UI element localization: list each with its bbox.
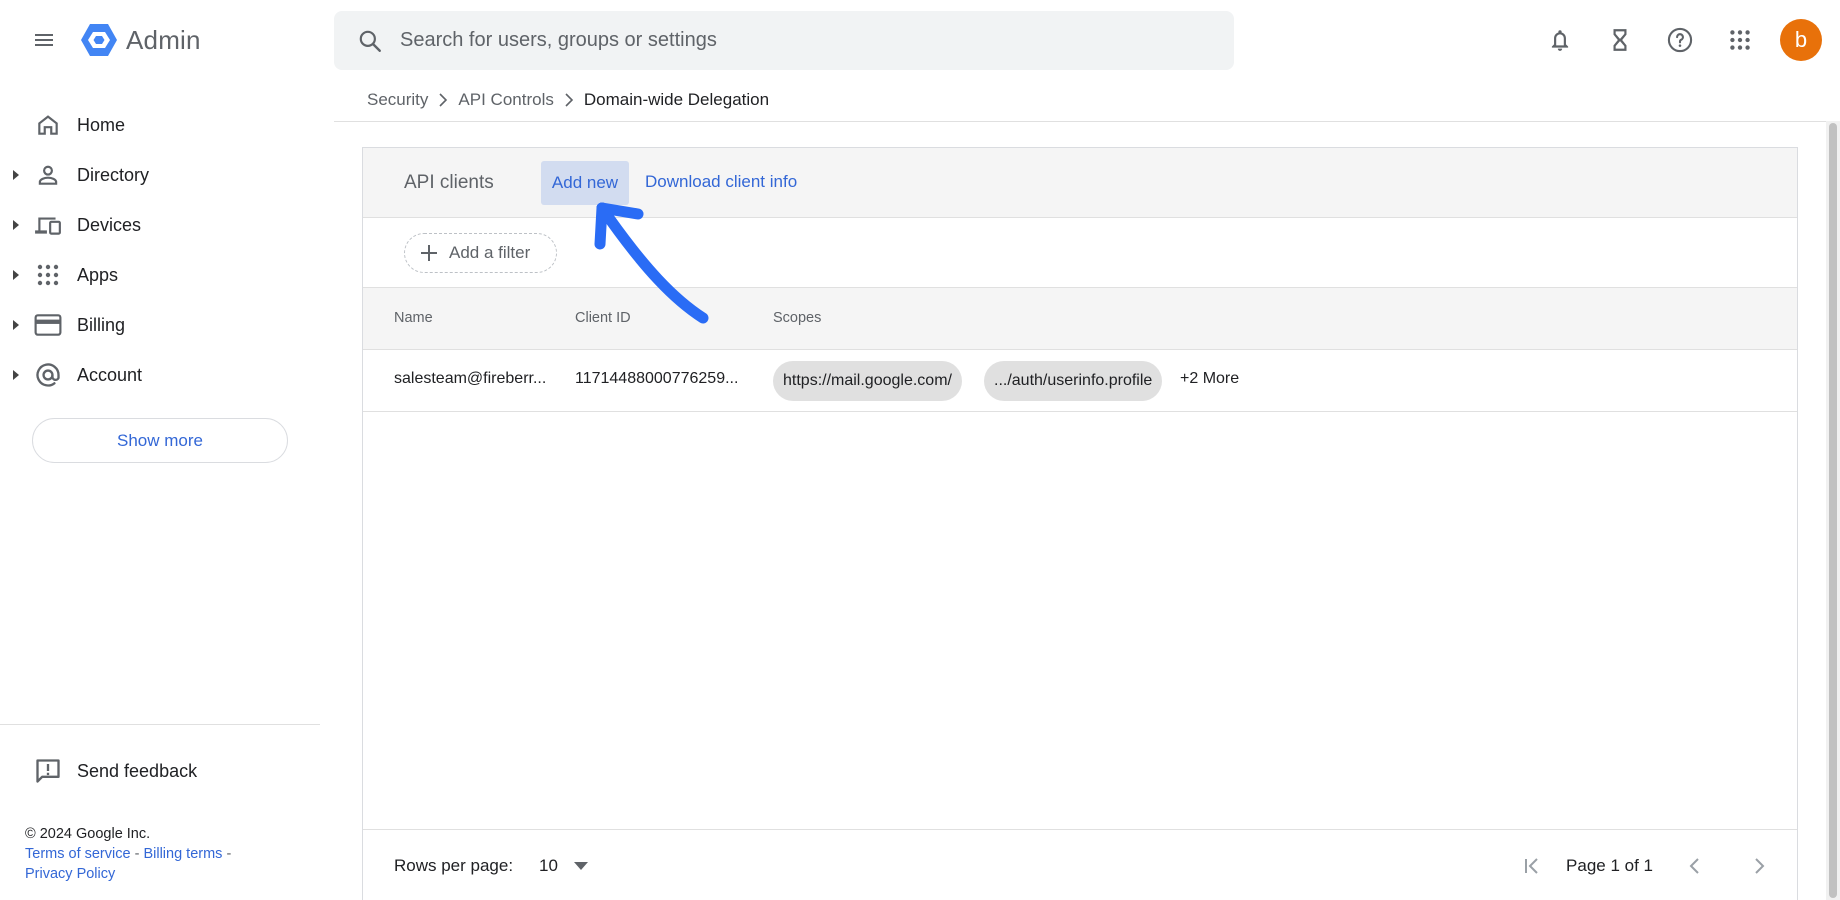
tasks-button[interactable] xyxy=(1596,16,1644,64)
dropdown-arrow-icon xyxy=(573,857,588,875)
rows-per-page-value: 10 xyxy=(539,856,558,875)
sidebar-item-account[interactable]: Account xyxy=(0,350,320,400)
apps-grid-icon xyxy=(1730,30,1750,50)
add-filter-label: Add a filter xyxy=(449,243,531,262)
sidebar-item-label: Billing xyxy=(77,314,126,335)
sidebar-item-label: Home xyxy=(77,114,126,135)
hourglass-icon xyxy=(1613,29,1627,51)
chevron-right-icon xyxy=(438,93,448,107)
send-feedback-label: Send feedback xyxy=(77,760,198,781)
sidebar-item-label: Devices xyxy=(77,214,142,235)
search-bar[interactable] xyxy=(334,11,1234,70)
chevron-right-icon xyxy=(564,93,574,107)
caret-right-icon xyxy=(12,220,22,230)
rows-per-page-select[interactable]: 10 xyxy=(536,850,606,882)
next-page-button[interactable] xyxy=(1739,846,1779,886)
search-input[interactable] xyxy=(400,11,1234,70)
sidebar-item-directory[interactable]: Directory xyxy=(0,150,320,200)
sidebar-item-home[interactable]: Home xyxy=(0,100,320,150)
filter-row: Add a filter xyxy=(363,218,1797,288)
top-icons: b xyxy=(1536,16,1840,64)
caret-right-icon xyxy=(12,320,22,330)
table-header: Name Client ID Scopes xyxy=(363,288,1797,350)
menu-icon xyxy=(35,34,53,46)
terms-of-service-link[interactable]: Terms of service xyxy=(25,846,131,862)
sidebar-item-apps[interactable]: Apps xyxy=(0,250,320,300)
pagination: Page 1 of 1 xyxy=(1512,846,1797,886)
column-header-scopes[interactable]: Scopes xyxy=(773,310,821,326)
home-icon xyxy=(34,111,62,139)
copyright: © 2024 Google Inc. xyxy=(25,826,151,842)
notifications-button[interactable] xyxy=(1536,16,1584,64)
row-client-id: 11714488000776259... xyxy=(575,370,739,387)
page-label: Page 1 of 1 xyxy=(1566,856,1653,875)
footer-separator: - xyxy=(134,846,140,862)
panel-title: API clients xyxy=(404,172,494,193)
privacy-policy-link[interactable]: Privacy Policy xyxy=(25,866,115,882)
caret-right-icon xyxy=(12,170,22,180)
sidebar-divider xyxy=(0,724,320,725)
rows-per-page-label: Rows per page: xyxy=(394,856,514,875)
table-row[interactable]: salesteam@fireberr... 11714488000776259.… xyxy=(363,350,1797,412)
scrollbar-thumb[interactable] xyxy=(1829,123,1837,898)
caret-right-icon xyxy=(12,370,22,380)
chevron-right-icon xyxy=(1755,858,1765,874)
scope-chip: .../auth/userinfo.profile xyxy=(984,361,1163,401)
download-client-info-button[interactable]: Download client info xyxy=(645,172,797,192)
first-page-button[interactable] xyxy=(1512,846,1552,886)
breadcrumb-security[interactable]: Security xyxy=(367,90,428,110)
panel-header: API clients Add new Download client info xyxy=(363,148,1797,218)
sidebar-item-label: Apps xyxy=(77,264,119,285)
scope-chip: https://mail.google.com/ xyxy=(773,361,962,401)
credit-card-icon xyxy=(34,311,62,339)
first-page-icon xyxy=(1525,858,1538,874)
search-icon[interactable] xyxy=(340,11,400,70)
google-apps-button[interactable] xyxy=(1716,16,1764,64)
app-name: Admin xyxy=(126,24,201,55)
billing-terms-link[interactable]: Billing terms xyxy=(143,846,222,862)
caret-right-icon xyxy=(12,270,22,280)
breadcrumb: Security API Controls Domain-wide Delega… xyxy=(367,88,769,112)
column-header-name[interactable]: Name xyxy=(394,310,433,326)
add-filter-button[interactable]: Add a filter xyxy=(404,233,557,273)
more-scopes-label[interactable]: +2 More xyxy=(1180,370,1239,388)
devices-icon xyxy=(34,211,62,239)
help-icon xyxy=(1667,27,1693,53)
sidebar-item-devices[interactable]: Devices xyxy=(0,200,320,250)
breadcrumb-api-controls[interactable]: API Controls xyxy=(458,90,553,110)
column-header-client-id[interactable]: Client ID xyxy=(575,310,631,326)
sidebar-item-billing[interactable]: Billing xyxy=(0,300,320,350)
at-sign-icon xyxy=(34,361,62,389)
admin-logo-icon xyxy=(81,24,117,56)
avatar[interactable]: b xyxy=(1780,19,1822,61)
header-divider xyxy=(334,121,1834,122)
person-icon xyxy=(34,161,62,189)
help-button[interactable] xyxy=(1656,16,1704,64)
sidebar-item-label: Account xyxy=(77,364,143,385)
sidebar-item-label: Directory xyxy=(77,164,150,185)
menu-button[interactable] xyxy=(26,22,62,58)
send-feedback-button[interactable]: Send feedback xyxy=(0,748,320,794)
top-bar: Admin b xyxy=(0,0,1840,80)
breadcrumb-current: Domain-wide Delegation xyxy=(583,90,770,109)
footer: © 2024 Google Inc. Terms of service - Bi… xyxy=(25,824,231,884)
plus-icon xyxy=(419,243,439,263)
show-more-button[interactable]: Show more xyxy=(32,418,288,463)
table-footer: Rows per page: 10 Page 1 of 1 xyxy=(363,829,1797,900)
bell-icon xyxy=(1551,30,1569,51)
sidebar: Home Directory Devices Apps Billing Acco… xyxy=(0,80,320,900)
add-new-button[interactable]: Add new xyxy=(541,161,629,205)
admin-logo[interactable]: Admin xyxy=(80,22,201,58)
previous-page-button[interactable] xyxy=(1675,846,1715,886)
row-name: salesteam@fireberr... xyxy=(394,370,547,387)
feedback-icon xyxy=(34,757,62,785)
footer-separator: - xyxy=(226,846,232,862)
vertical-scrollbar[interactable] xyxy=(1826,121,1840,900)
apps-grid-icon xyxy=(34,261,62,289)
chevron-left-icon xyxy=(1689,858,1699,874)
api-clients-panel: API clients Add new Download client info… xyxy=(362,147,1798,900)
